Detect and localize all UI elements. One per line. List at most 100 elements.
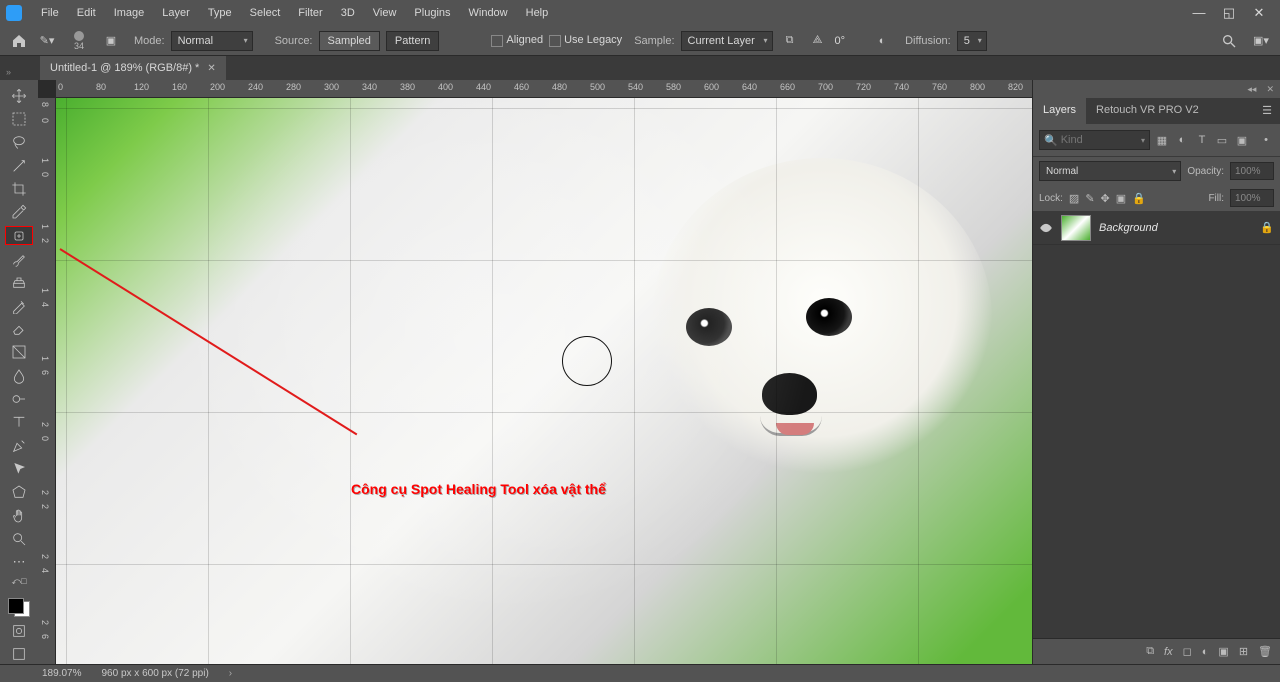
menu-window[interactable]: Window — [460, 3, 517, 23]
tab-retouch[interactable]: Retouch VR PRO V2 — [1086, 98, 1209, 124]
layer-lock-icon[interactable]: 🔒 — [1260, 221, 1274, 234]
filter-smart-icon[interactable]: ▣ — [1234, 132, 1250, 148]
brush-settings-icon[interactable]: ▣ — [100, 30, 122, 52]
menu-image[interactable]: Image — [105, 3, 154, 23]
app-icon — [6, 5, 22, 21]
marquee-tool[interactable] — [5, 109, 33, 128]
zoom-value[interactable]: 189.07% — [42, 668, 81, 679]
panel-close-icon[interactable]: ✕ — [1266, 84, 1274, 95]
delete-layer-icon[interactable]: 🗑 — [1258, 645, 1272, 658]
filter-toggle-icon[interactable]: • — [1258, 132, 1274, 148]
lock-pixels-icon[interactable]: ✎ — [1085, 192, 1094, 205]
source-sampled-button[interactable]: Sampled — [319, 31, 380, 51]
diffusion-dropdown[interactable]: 5 — [957, 31, 987, 51]
tool-preset-icon[interactable]: ✎▾ — [36, 30, 58, 52]
home-icon[interactable] — [8, 30, 30, 52]
menu-file[interactable]: File — [32, 3, 68, 23]
ruler-horizontal[interactable]: 0801201602002402803003403804004404604805… — [56, 80, 1032, 98]
ignore-adjustments-icon[interactable]: ⧉ — [779, 30, 801, 52]
menu-plugins[interactable]: Plugins — [405, 3, 459, 23]
clone-stamp-tool[interactable] — [5, 273, 33, 292]
layer-fx-icon[interactable]: fx — [1164, 646, 1173, 658]
link-layers-icon[interactable]: ⧉ — [1146, 645, 1154, 658]
panel-collapse-icon[interactable]: ◂◂ — [1247, 84, 1256, 95]
brush-tool[interactable] — [5, 249, 33, 268]
new-layer-icon[interactable]: ⊞ — [1239, 645, 1248, 658]
eyedropper-tool[interactable] — [5, 203, 33, 222]
adjustment-layer-icon[interactable]: ◐ — [1202, 646, 1209, 658]
ruler-vertical[interactable]: 8 0 1 0 1 2 1 4 1 6 2 0 2 2 2 4 2 6 3 — [38, 98, 56, 664]
path-selection-tool[interactable] — [5, 459, 33, 478]
screen-mode-icon[interactable] — [5, 645, 33, 664]
lock-transparent-icon[interactable]: ▨ — [1069, 192, 1079, 205]
color-swatch[interactable] — [8, 598, 30, 617]
layer-row[interactable]: Background 🔒 — [1033, 211, 1280, 245]
layer-thumbnail[interactable] — [1061, 215, 1091, 241]
mode-dropdown[interactable]: Normal — [171, 31, 253, 51]
lock-artboard-icon[interactable]: ▣ — [1116, 192, 1126, 205]
layer-name[interactable]: Background — [1099, 222, 1252, 234]
status-chevron-icon[interactable]: › — [229, 668, 232, 679]
sample-dropdown[interactable]: Current Layer — [681, 31, 773, 51]
blur-tool[interactable] — [5, 366, 33, 385]
group-icon[interactable]: ▣ — [1218, 645, 1228, 658]
type-tool[interactable] — [5, 413, 33, 432]
healing-brush-tool[interactable] — [5, 226, 33, 246]
use-legacy-checkbox[interactable]: Use Legacy — [549, 34, 622, 46]
pen-tool[interactable] — [5, 436, 33, 455]
edit-toolbar-icon[interactable]: ⋯ — [5, 553, 33, 572]
close-icon[interactable]: ✕ — [207, 63, 215, 74]
menu-edit[interactable]: Edit — [68, 3, 105, 23]
source-pattern-button[interactable]: Pattern — [386, 31, 439, 51]
menu-3d[interactable]: 3D — [332, 3, 364, 23]
hand-tool[interactable] — [5, 506, 33, 525]
search-icon[interactable] — [1218, 30, 1240, 52]
quick-mask-icon[interactable] — [5, 621, 33, 640]
layer-mask-icon[interactable]: ◻ — [1183, 645, 1192, 658]
lasso-tool[interactable] — [5, 133, 33, 152]
layer-filter-kind[interactable]: 🔍 — [1039, 130, 1150, 150]
doc-dimensions[interactable]: 960 px x 600 px (72 ppi) — [101, 668, 208, 679]
panel-menu-icon[interactable]: ☰ — [1254, 98, 1280, 124]
lock-position-icon[interactable]: ✥ — [1101, 192, 1110, 205]
filter-pixel-icon[interactable]: ▦ — [1154, 132, 1170, 148]
shape-tool[interactable] — [5, 483, 33, 502]
tab-layers[interactable]: Layers — [1033, 98, 1086, 124]
window-minimize-icon[interactable]: — — [1184, 5, 1214, 21]
document-tab[interactable]: Untitled-1 @ 189% (RGB/8#) * ✕ — [40, 56, 226, 80]
lock-all-icon[interactable]: 🔒 — [1132, 192, 1146, 205]
filter-shape-icon[interactable]: ▭ — [1214, 132, 1230, 148]
eraser-tool[interactable] — [5, 319, 33, 338]
collapse-panels-icon[interactable]: » — [6, 56, 11, 80]
brush-preview[interactable]: 34 — [64, 31, 94, 51]
fill-field[interactable]: 100% — [1230, 189, 1274, 207]
filter-type-icon[interactable]: T — [1194, 132, 1210, 148]
workspace-switcher-icon[interactable]: ▣▾ — [1250, 30, 1272, 52]
move-tool[interactable] — [5, 86, 33, 105]
workspace: ⋯ ⤺□ 08012016020024028030034038040044046… — [0, 80, 1280, 664]
aligned-checkbox[interactable]: Aligned — [491, 34, 543, 46]
window-restore-icon[interactable]: ◱ — [1214, 5, 1244, 21]
magic-wand-tool[interactable] — [5, 156, 33, 175]
zoom-tool[interactable] — [5, 529, 33, 548]
history-brush-tool[interactable] — [5, 296, 33, 315]
blend-mode-dropdown[interactable]: Normal — [1039, 161, 1181, 181]
layer-filter-input[interactable] — [1061, 134, 1101, 146]
canvas[interactable]: Công cụ Spot Healing Tool xóa vật thể — [56, 98, 1032, 664]
crop-tool[interactable] — [5, 179, 33, 198]
menu-help[interactable]: Help — [517, 3, 558, 23]
swap-chips-icon[interactable]: ⤺□ — [5, 576, 33, 588]
menu-filter[interactable]: Filter — [289, 3, 331, 23]
dodge-tool[interactable] — [5, 389, 33, 408]
menu-view[interactable]: View — [364, 3, 406, 23]
window-close-icon[interactable]: ✕ — [1244, 5, 1274, 21]
gradient-tool[interactable] — [5, 343, 33, 362]
angle-value[interactable]: 0° — [835, 35, 846, 47]
menu-type[interactable]: Type — [199, 3, 241, 23]
filter-adjust-icon[interactable]: ◐ — [1174, 132, 1190, 148]
menu-layer[interactable]: Layer — [153, 3, 199, 23]
layer-visibility-icon[interactable] — [1039, 221, 1053, 235]
pressure-icon[interactable]: ◐ — [871, 30, 893, 52]
menu-select[interactable]: Select — [241, 3, 290, 23]
opacity-field[interactable]: 100% — [1230, 162, 1274, 180]
